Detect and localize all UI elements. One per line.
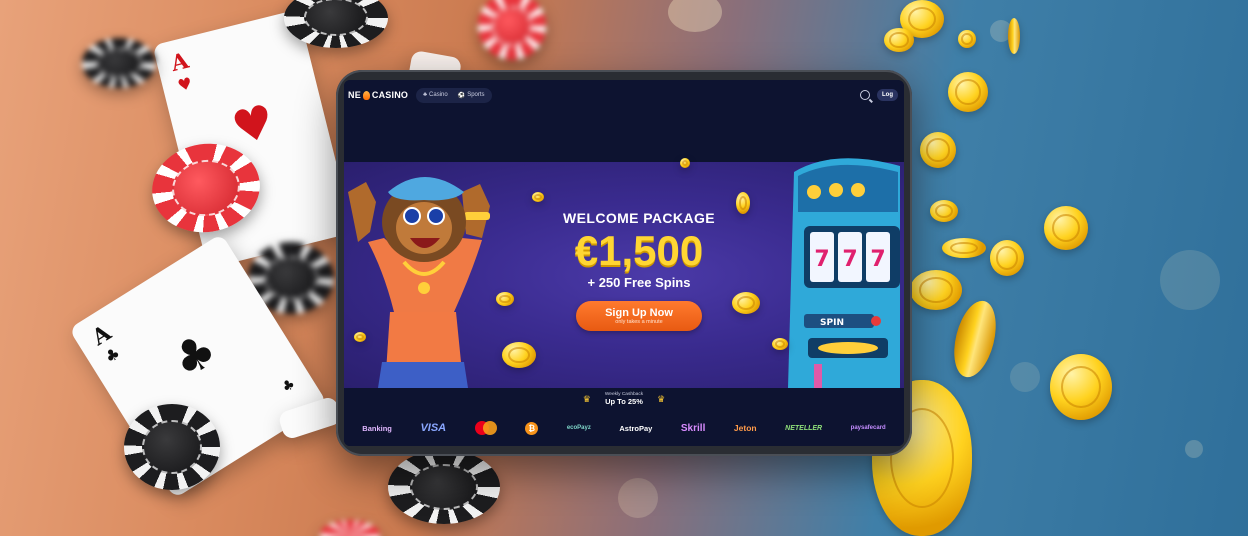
payment-methods-bar: Banking VISA ₿ ecoPayz AstroPay Skrill J… [344,410,904,446]
heart-icon: ♥ [175,73,195,96]
poker-chip-red [320,520,380,536]
spin-button-label: SPIN [820,318,844,328]
sports-ball-icon: ⚽ [457,92,466,99]
gold-coin [1050,354,1112,420]
gold-coin [1008,18,1020,54]
login-button[interactable]: Log [877,89,898,101]
gold-coin [354,332,366,342]
lion-mascot-illustration [348,177,490,388]
top-navigation-bar: NE CASINO ♣ Casino ⚽ Sports Log [344,80,904,110]
gold-coin [942,238,986,258]
bokeh-light [1185,440,1203,458]
gold-coin [732,292,760,314]
main-nav: ♣ Casino ⚽ Sports [416,87,492,103]
sign-up-sublabel: only takes a minute [615,319,663,326]
bitcoin-icon[interactable]: ₿ [525,421,539,435]
payment-neteller-logo[interactable]: NETELLER [785,425,822,432]
card-rank: A [168,47,192,78]
logo-word: CASINO [371,90,409,100]
bokeh-light [618,478,658,518]
casino-website-screen: NE CASINO ♣ Casino ⚽ Sports Log WELCOME … [344,80,904,446]
crown-icon: ♛ [582,393,591,404]
payment-astropay-logo[interactable]: AstroPay [619,424,652,433]
gold-coin [1044,206,1088,250]
nav-item-label: Casino [429,92,448,98]
search-icon[interactable] [860,90,870,100]
club-icon: ♣ [279,375,299,397]
free-spins-text: + 250 Free Spins [587,275,691,291]
poker-chip-red [478,0,546,60]
chip-center [410,464,478,510]
poker-chip-black [124,404,220,490]
playing-card-ace-hearts: A ♥ ♥ [152,9,354,269]
bokeh-light [1160,250,1220,310]
slot-machine-illustration: 7 7 7 SPIN [788,158,900,388]
gold-coin [502,342,536,368]
gold-coin [772,338,788,350]
nav-item-label: Sports [467,92,485,98]
chip-center [96,48,142,78]
gold-coin [910,270,962,310]
gold-coin [680,158,690,168]
poker-chip-black [388,450,500,524]
nav-item-casino[interactable]: ♣ Casino [419,90,452,101]
gold-coin [736,192,750,214]
chip-center [168,155,244,221]
welcome-package-heading: WELCOME PACKAGE [563,210,715,226]
payment-banking[interactable]: Banking [362,424,392,433]
gold-coin [948,72,988,112]
sign-up-label: Sign Up Now [605,307,673,320]
casino-logo[interactable]: NE CASINO [348,90,408,100]
bokeh-light [1010,362,1040,392]
heart-icon: ♥ [226,93,280,156]
payment-jeton-logo[interactable]: Jeton [734,423,757,433]
mastercard-icon[interactable] [474,421,497,435]
promo-text-block: WELCOME PACKAGE €1,500 + 250 Free Spins … [524,210,754,332]
crown-icon: ♛ [657,393,666,404]
poker-chip-black [82,38,156,88]
chip-center [304,0,368,36]
casino-icon: ♣ [423,92,428,98]
flame-icon [362,90,370,100]
gold-coin [920,132,956,168]
sign-up-button[interactable]: Sign Up Now only takes a minute [576,301,702,332]
cashback-value: Up To 25% [605,396,643,406]
gold-coin [532,192,544,202]
bonus-amount: €1,500 [574,227,704,274]
logo-prefix: NE [348,90,361,100]
payment-paysafecard-logo[interactable]: paysafecard [851,425,886,431]
gold-coin [958,30,976,48]
svg-text:7: 7 [842,247,857,272]
club-icon: ♣ [162,321,227,390]
gold-coin [947,296,1003,382]
gold-coin [884,28,914,52]
welcome-banner[interactable]: WELCOME PACKAGE €1,500 + 250 Free Spins … [344,158,904,388]
chip-center [264,256,318,300]
gold-coin [930,200,958,222]
weekly-cashback-strip[interactable]: ♛ Weekly Cashback Up To 25% ♛ [344,388,904,410]
svg-text:7: 7 [814,247,829,272]
tablet-device: NE CASINO ♣ Casino ⚽ Sports Log WELCOME … [336,70,912,456]
nav-item-sports[interactable]: ⚽ Sports [454,90,489,101]
club-icon: ♣ [101,343,124,368]
bokeh-light [668,0,722,32]
payment-ecopayz-logo[interactable]: ecoPayz [567,425,591,431]
payment-skrill-logo[interactable]: Skrill [681,423,705,434]
chip-center [492,6,532,46]
svg-text:7: 7 [870,247,885,272]
gold-coin [990,240,1024,276]
cashback-text: Weekly Cashback Up To 25% [605,392,643,406]
gold-coin [496,292,514,306]
payment-visa-logo[interactable]: VISA [420,422,446,434]
chip-center [142,420,202,474]
